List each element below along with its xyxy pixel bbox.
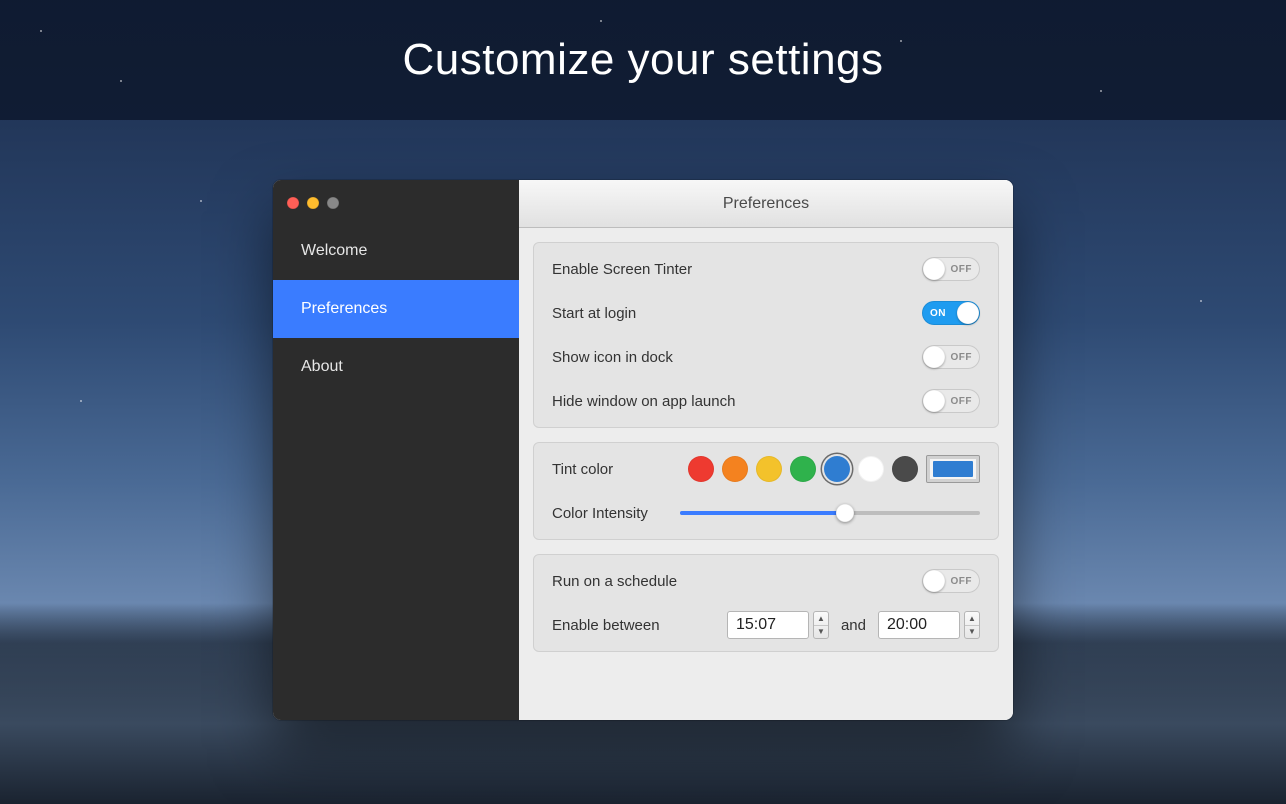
custom-color-preview xyxy=(933,461,973,477)
toggle-text: OFF xyxy=(951,396,973,407)
time-group: 15:07 ▲ ▼ and 20:00 ▲ ▼ xyxy=(727,611,980,639)
stepper-up-icon[interactable]: ▲ xyxy=(965,612,979,626)
tint-card: Tint color Color I xyxy=(533,442,999,540)
label-start-login: Start at login xyxy=(552,305,636,322)
label-show-dock: Show icon in dock xyxy=(552,349,673,366)
window-controls xyxy=(273,188,519,222)
sidebar-item-label: About xyxy=(301,358,343,376)
slider-knob[interactable] xyxy=(836,504,854,522)
window-titlebar: Preferences xyxy=(519,180,1013,228)
row-enable-tinter: Enable Screen Tinter OFF xyxy=(552,247,980,291)
toggle-show-dock[interactable]: OFF xyxy=(922,345,980,369)
row-run-schedule: Run on a schedule OFF xyxy=(552,559,980,603)
schedule-card: Run on a schedule OFF Enable between 15:… xyxy=(533,554,999,652)
toggle-text: ON xyxy=(930,308,946,319)
stepper-up-icon[interactable]: ▲ xyxy=(814,612,828,626)
window-title: Preferences xyxy=(723,195,809,213)
sidebar: Welcome Preferences About xyxy=(273,180,519,720)
row-start-login: Start at login ON xyxy=(552,291,980,335)
sidebar-item-about[interactable]: About xyxy=(273,338,519,396)
toggle-enable-tinter[interactable]: OFF xyxy=(922,257,980,281)
stepper-down-icon[interactable]: ▼ xyxy=(965,626,979,639)
sidebar-item-welcome[interactable]: Welcome xyxy=(273,222,519,280)
toggle-text: OFF xyxy=(951,264,973,275)
toggle-knob xyxy=(923,258,945,280)
toggle-start-login[interactable]: ON xyxy=(922,301,980,325)
label-hide-on-launch: Hide window on app launch xyxy=(552,393,735,410)
row-color-intensity: Color Intensity xyxy=(552,491,980,535)
start-time-input[interactable]: 15:07 xyxy=(727,611,809,639)
tint-swatches xyxy=(688,455,980,483)
end-time-input[interactable]: 20:00 xyxy=(878,611,960,639)
banner-title: Customize your settings xyxy=(402,35,883,85)
general-toggles-card: Enable Screen Tinter OFF Start at login … xyxy=(533,242,999,428)
label-enable-tinter: Enable Screen Tinter xyxy=(552,261,692,278)
end-time-stepper[interactable]: ▲ ▼ xyxy=(964,611,980,639)
row-enable-between: Enable between 15:07 ▲ ▼ and 20:00 xyxy=(552,603,980,647)
swatch-dark[interactable] xyxy=(892,456,918,482)
toggle-text: OFF xyxy=(951,576,973,587)
zoom-icon[interactable] xyxy=(327,197,339,209)
close-icon[interactable] xyxy=(287,197,299,209)
preferences-window: Welcome Preferences About Preferences En… xyxy=(273,180,1013,720)
toggle-run-schedule[interactable]: OFF xyxy=(922,569,980,593)
toggle-hide-on-launch[interactable]: OFF xyxy=(922,389,980,413)
swatch-white[interactable] xyxy=(858,456,884,482)
banner: Customize your settings xyxy=(0,0,1286,120)
stepper-down-icon[interactable]: ▼ xyxy=(814,626,828,639)
label-enable-between: Enable between xyxy=(552,617,660,634)
end-time-field: 20:00 ▲ ▼ xyxy=(878,611,980,639)
label-color-intensity: Color Intensity xyxy=(552,505,648,522)
start-time-field: 15:07 ▲ ▼ xyxy=(727,611,829,639)
label-run-schedule: Run on a schedule xyxy=(552,573,677,590)
swatch-blue[interactable] xyxy=(824,456,850,482)
label-tint-color: Tint color xyxy=(552,461,613,478)
swatch-green[interactable] xyxy=(790,456,816,482)
custom-color-well[interactable] xyxy=(926,455,980,483)
intensity-slider[interactable] xyxy=(680,502,980,524)
start-time-stepper[interactable]: ▲ ▼ xyxy=(813,611,829,639)
row-hide-on-launch: Hide window on app launch OFF xyxy=(552,379,980,423)
toggle-knob xyxy=(957,302,979,324)
row-tint-color: Tint color xyxy=(552,447,980,491)
toggle-knob xyxy=(923,390,945,412)
main-pane: Preferences Enable Screen Tinter OFF Sta… xyxy=(519,180,1013,720)
sidebar-item-preferences[interactable]: Preferences xyxy=(273,280,519,338)
row-show-dock: Show icon in dock OFF xyxy=(552,335,980,379)
toggle-knob xyxy=(923,346,945,368)
sidebar-item-label: Welcome xyxy=(301,242,367,260)
toggle-knob xyxy=(923,570,945,592)
toggle-text: OFF xyxy=(951,352,973,363)
swatch-yellow[interactable] xyxy=(756,456,782,482)
label-and: and xyxy=(841,617,866,634)
content: Enable Screen Tinter OFF Start at login … xyxy=(519,228,1013,720)
swatch-red[interactable] xyxy=(688,456,714,482)
sidebar-item-label: Preferences xyxy=(301,300,387,318)
minimize-icon[interactable] xyxy=(307,197,319,209)
slider-fill xyxy=(680,511,845,515)
swatch-orange[interactable] xyxy=(722,456,748,482)
